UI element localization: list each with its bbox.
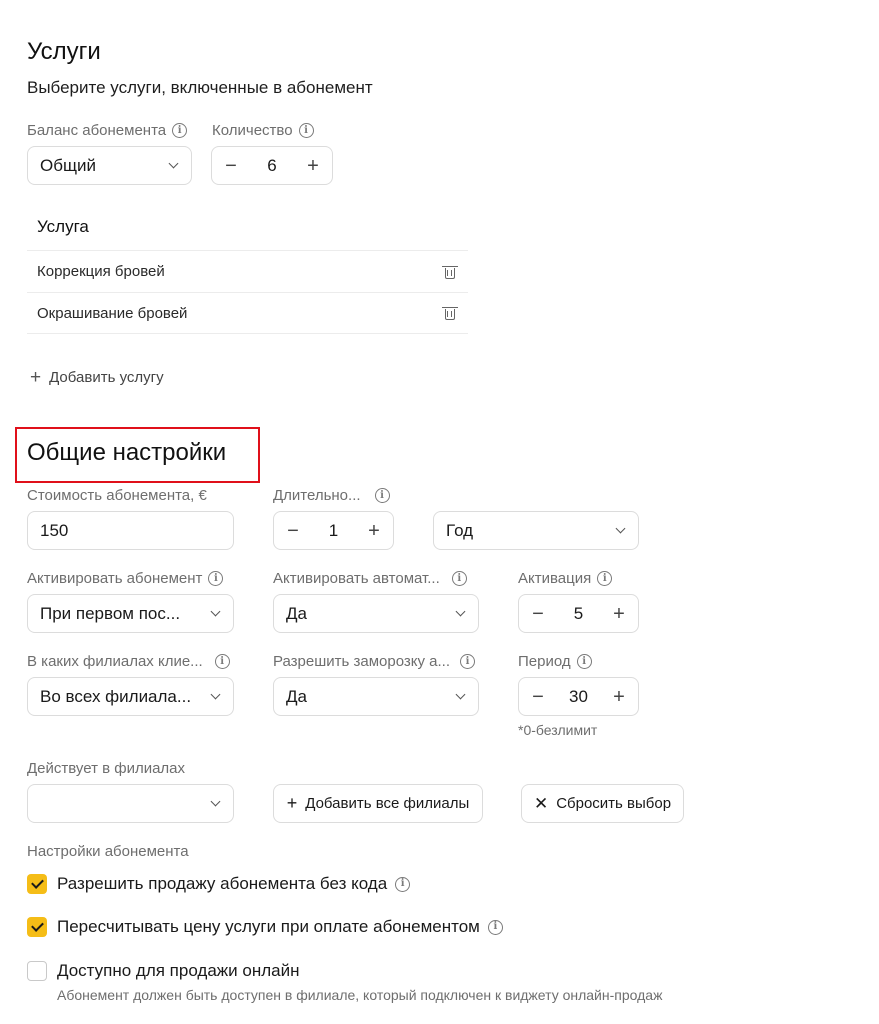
info-icon[interactable]: i	[214, 654, 230, 669]
duration-stepper[interactable]: − 1 +	[273, 511, 394, 550]
decrement-button[interactable]: −	[286, 521, 300, 541]
active-in-select[interactable]	[27, 784, 234, 823]
checkbox-unchecked[interactable]	[27, 961, 47, 981]
branches-clients-select[interactable]: Во всех филиала...	[27, 677, 234, 716]
chevron-down-icon	[168, 158, 179, 169]
option-recalculate-price[interactable]: Пересчитывать цену услуги при оплате або…	[27, 917, 503, 937]
add-service-button[interactable]: + Добавить услугу	[30, 368, 164, 387]
general-title: Общие настройки	[27, 439, 227, 466]
online-sale-hint: Абонемент должен быть доступен в филиале…	[57, 987, 663, 1003]
reset-selection-button[interactable]: ✕ Сбросить выбор	[521, 784, 684, 823]
chevron-down-icon	[210, 796, 221, 807]
quantity-label: Количество i	[212, 122, 314, 139]
decrement-button[interactable]: −	[531, 687, 545, 707]
branches-clients-label: В каких филиалах клие... i	[27, 653, 230, 670]
table-row: Коррекция бровей	[27, 250, 468, 292]
info-icon[interactable]: i	[208, 571, 224, 586]
info-icon[interactable]: i	[374, 488, 390, 503]
chevron-down-icon	[210, 606, 221, 617]
increment-button[interactable]: +	[367, 521, 381, 541]
period-stepper[interactable]: − 30 +	[518, 677, 639, 716]
service-table-header: Услуга	[37, 217, 89, 236]
activation-value[interactable]: 5	[574, 604, 583, 624]
decrement-button[interactable]: −	[531, 604, 545, 624]
decrement-button[interactable]: −	[224, 156, 238, 176]
price-input[interactable]: 150	[27, 511, 234, 550]
info-icon[interactable]: i	[460, 654, 476, 669]
info-icon[interactable]: i	[576, 654, 592, 669]
price-label: Стоимость абонемента, €	[27, 487, 207, 504]
activation-stepper[interactable]: − 5 +	[518, 594, 639, 633]
option-sell-without-code[interactable]: Разрешить продажу абонемента без кода i	[27, 874, 411, 894]
balance-label: Баланс абонемента i	[27, 122, 188, 139]
table-row: Окрашивание бровей	[27, 292, 468, 334]
active-in-label: Действует в филиалах	[27, 760, 186, 777]
settings-label: Настройки абонемента	[27, 843, 189, 860]
auto-activate-select[interactable]: Да	[273, 594, 479, 633]
activation-label: Активация i	[518, 570, 613, 587]
info-icon[interactable]: i	[451, 571, 467, 586]
service-name: Коррекция бровей	[37, 263, 165, 280]
info-icon[interactable]: i	[298, 123, 314, 138]
option-online-sale[interactable]: Доступно для продажи онлайн	[27, 961, 299, 981]
duration-value[interactable]: 1	[329, 521, 338, 541]
balance-select[interactable]: Общий	[27, 146, 192, 185]
info-icon[interactable]: i	[172, 123, 188, 138]
duration-label: Длительно... i	[273, 487, 390, 504]
add-all-branches-button[interactable]: + Добавить все филиалы	[273, 784, 483, 823]
activate-label: Активировать абонемент i	[27, 570, 224, 587]
period-label: Период i	[518, 653, 592, 670]
info-icon[interactable]: i	[487, 919, 503, 935]
chevron-down-icon	[210, 689, 221, 700]
period-hint: *0-безлимит	[518, 722, 598, 738]
services-subtitle: Выберите услуги, включенные в абонемент	[27, 78, 373, 97]
service-table: Коррекция бровей Окрашивание бровей	[27, 250, 468, 334]
freeze-label: Разрешить заморозку а... i	[273, 653, 476, 670]
increment-button[interactable]: +	[612, 604, 626, 624]
trash-icon[interactable]	[442, 265, 458, 279]
services-title: Услуги	[27, 38, 101, 65]
info-icon[interactable]: i	[395, 876, 411, 892]
increment-button[interactable]: +	[612, 687, 626, 707]
trash-icon[interactable]	[442, 306, 458, 320]
checkbox-checked[interactable]	[27, 917, 47, 937]
freeze-select[interactable]: Да	[273, 677, 479, 716]
chevron-down-icon	[455, 606, 466, 617]
chevron-down-icon	[455, 689, 466, 700]
info-icon[interactable]: i	[597, 571, 613, 586]
period-value[interactable]: 30	[569, 687, 588, 707]
chevron-down-icon	[615, 523, 626, 534]
checkbox-checked[interactable]	[27, 874, 47, 894]
close-icon: ✕	[533, 793, 549, 813]
auto-activate-label: Активировать автомат... i	[273, 570, 467, 587]
duration-unit-select[interactable]: Год	[433, 511, 639, 550]
plus-icon: +	[30, 367, 42, 388]
increment-button[interactable]: +	[306, 156, 320, 176]
quantity-value[interactable]: 6	[267, 156, 276, 176]
quantity-stepper[interactable]: − 6 +	[211, 146, 333, 185]
service-name: Окрашивание бровей	[37, 304, 188, 322]
activate-select[interactable]: При первом пос...	[27, 594, 234, 633]
plus-icon: +	[286, 793, 298, 813]
